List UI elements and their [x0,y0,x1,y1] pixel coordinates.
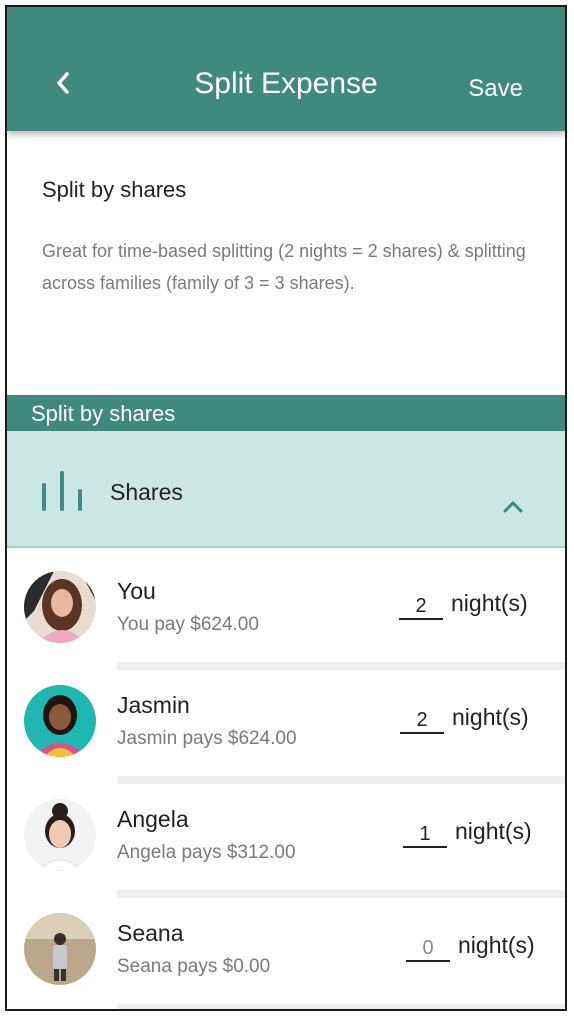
person-amount: You pay $624.00 [117,614,259,635]
save-button[interactable]: Save [468,75,523,103]
list-item: Angela Angela pays $312.00 1 night(s) [7,778,565,892]
shares-input[interactable]: 2 [400,708,444,734]
section-header: Split by shares [7,395,565,431]
person-name: Seana [117,920,184,946]
avatar [24,685,96,757]
split-method-description: Great for time-based splitting (2 nights… [42,241,526,293]
avatar [24,799,96,871]
person-name: You [117,578,156,604]
bar-chart-icon [39,469,87,518]
person-name: Jasmin [117,692,190,718]
shares-input[interactable]: 1 [403,822,447,848]
list-item: Seana Seana pays $0.00 0 night(s) [7,892,565,1006]
section-header-label: Split by shares [31,401,176,426]
divider [117,1004,565,1009]
app-frame: Split Expense Save Split by shares Great… [5,5,567,1011]
shares-unit: night(s) [458,932,535,958]
app-bar: Split Expense Save [7,7,565,131]
list-item: Jasmin Jasmin pays $624.00 2 night(s) [7,664,565,778]
person-amount: Jasmin pays $624.00 [117,728,297,749]
shares-input[interactable]: 0 [406,936,450,962]
shares-input[interactable]: 2 [399,594,443,620]
shares-unit: night(s) [455,818,532,844]
person-amount: Seana pays $0.00 [117,956,271,977]
person-amount: Angela pays $312.00 [117,842,296,863]
person-name: Angela [117,806,189,832]
list-item: You You pay $624.00 2 night(s) [7,550,565,664]
split-type-selector[interactable]: Shares [7,431,565,548]
shares-unit: night(s) [452,704,529,730]
chevron-up-icon[interactable] [502,500,524,519]
split-type-label: Shares [110,479,183,505]
shares-unit: night(s) [451,590,528,616]
split-method-intro: Split by shares Great for time-based spl… [7,131,565,396]
split-method-heading: Split by shares [42,177,187,202]
avatar [24,913,96,985]
avatar [24,571,96,643]
